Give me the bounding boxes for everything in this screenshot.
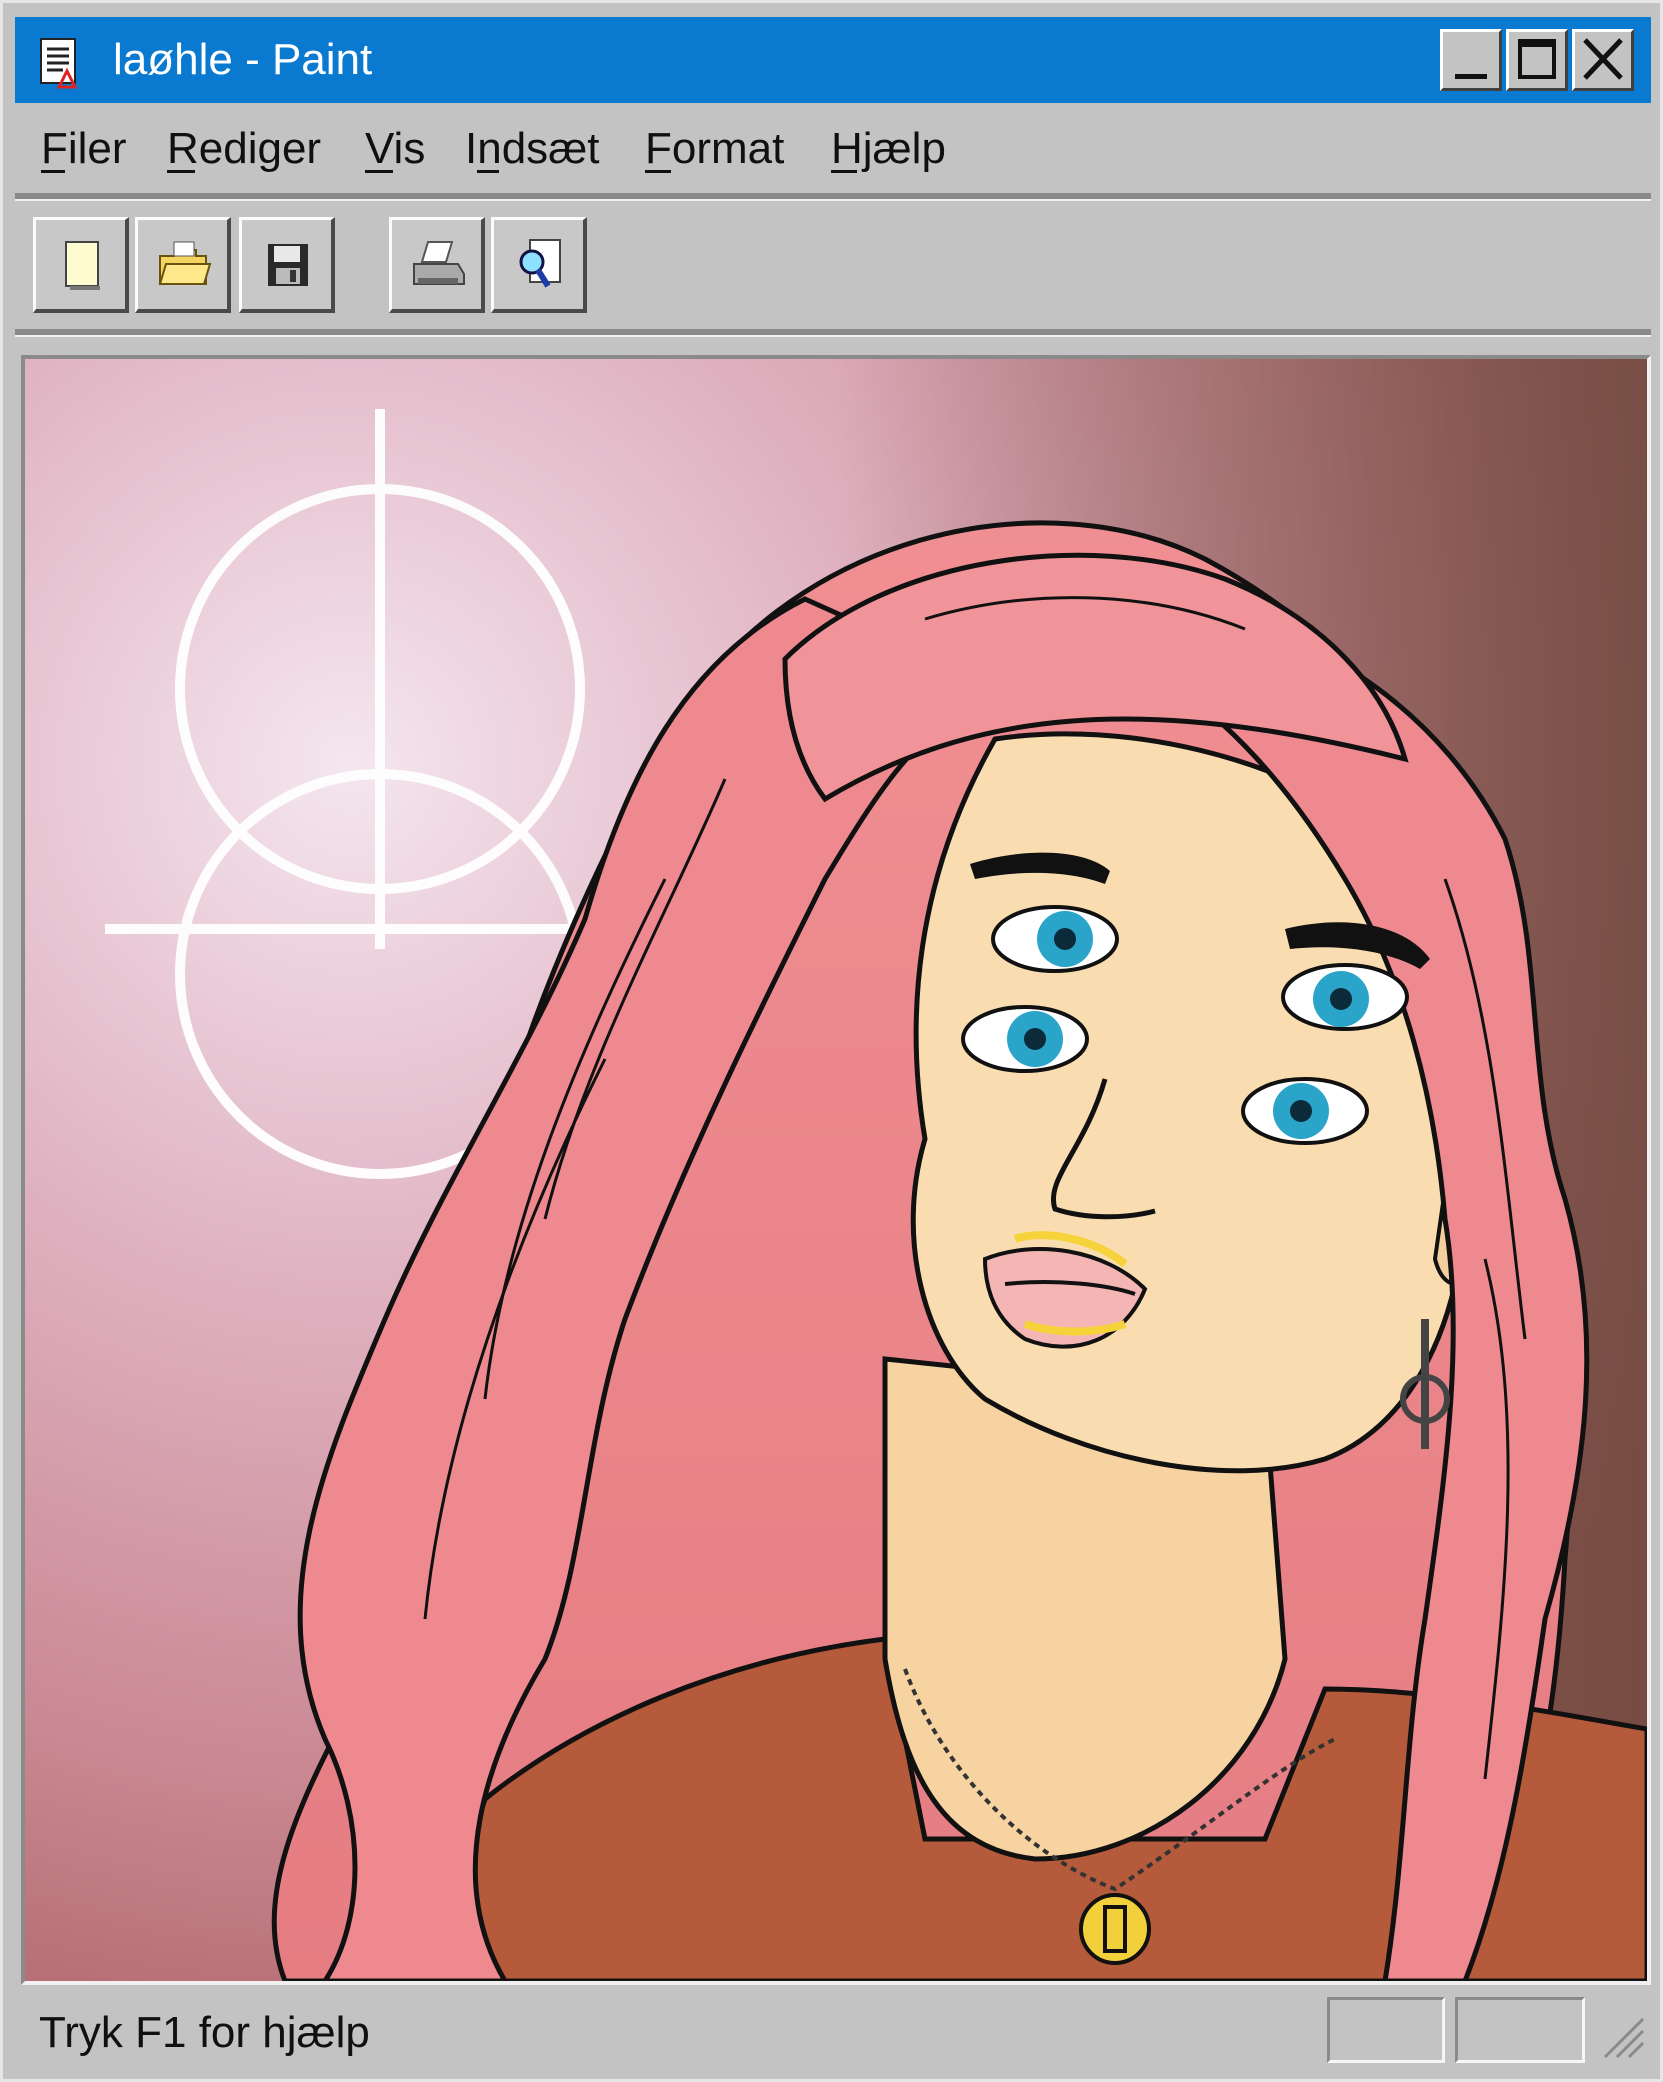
resize-grip-icon[interactable]: [1597, 2011, 1645, 2059]
menu-hjaelp[interactable]: Hjælp: [831, 121, 946, 177]
menu-vis[interactable]: Vis: [365, 121, 425, 177]
window-title: laøhle - Paint: [113, 35, 373, 84]
print-preview-icon: [519, 239, 561, 288]
illustration-portrait: [25, 359, 1647, 1981]
new-button[interactable]: [33, 217, 129, 313]
maximize-button[interactable]: [1506, 29, 1568, 91]
eye-upper-right: [1281, 963, 1409, 1031]
open-button[interactable]: [135, 217, 231, 313]
paint-app-icon: [37, 35, 85, 91]
status-pane-2: [1455, 1997, 1585, 2063]
menu-filer[interactable]: Filer: [41, 121, 127, 177]
new-document-icon: [65, 241, 100, 290]
print-button[interactable]: [389, 217, 485, 313]
drawing-canvas[interactable]: [21, 355, 1651, 1985]
status-text: Tryk F1 for hjælp: [39, 2008, 370, 2057]
menu-format[interactable]: Format: [645, 121, 784, 177]
save-button[interactable]: [239, 217, 335, 313]
eye-lower-left: [961, 1005, 1089, 1073]
menu-separator: [15, 193, 1651, 201]
title-bar[interactable]: laøhle - Paint: [15, 17, 1651, 103]
maximize-icon: [1518, 39, 1556, 79]
eye-lower-right: [1241, 1077, 1369, 1145]
close-icon: [1583, 38, 1623, 80]
eye-upper-left: [991, 905, 1119, 973]
menu-indsaet[interactable]: Indsæt: [465, 121, 600, 177]
print-preview-button[interactable]: [491, 217, 587, 313]
open-folder-icon: [158, 241, 212, 285]
status-pane-1: [1327, 1997, 1445, 2063]
necklace-pendant: [1079, 1893, 1151, 1965]
status-bar: Tryk F1 for hjælp: [15, 1993, 1651, 2073]
minimize-icon: [1455, 74, 1487, 79]
print-icon: [413, 241, 465, 285]
save-disk-icon: [268, 244, 308, 286]
minimize-button[interactable]: [1440, 29, 1502, 91]
menu-rediger[interactable]: Rediger: [167, 121, 321, 177]
paint-window: laøhle - Paint Filer Rediger Vis Indsæt …: [0, 0, 1663, 2082]
close-button[interactable]: [1572, 29, 1634, 91]
toolbar-separator: [15, 329, 1651, 337]
menu-bar: Filer Rediger Vis Indsæt Format Hjælp: [15, 111, 1651, 187]
